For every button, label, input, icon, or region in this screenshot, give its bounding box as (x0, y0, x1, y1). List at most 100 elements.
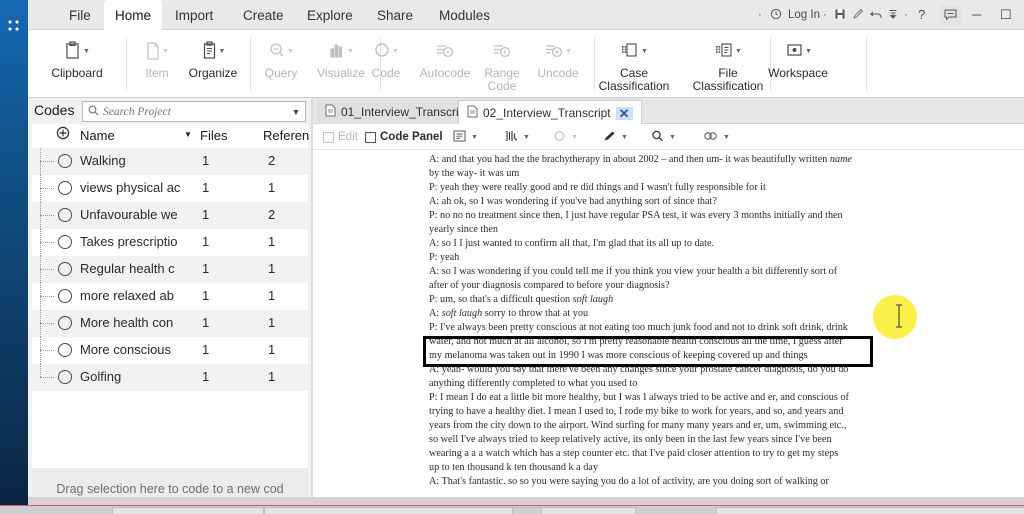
code-circle-icon (58, 154, 72, 168)
transcript-line: trying to have a healthy diet. I mean I … (429, 406, 844, 417)
table-row[interactable]: More health con 1 1 (32, 310, 308, 337)
column-header-references[interactable]: Referen (263, 128, 309, 143)
taskbar-item[interactable] (512, 507, 542, 514)
move-handle-icon[interactable] (6, 18, 23, 34)
column-header-name[interactable]: Name (80, 128, 115, 143)
column-header-files[interactable]: Files (200, 128, 227, 143)
document-tab-01[interactable]: 01_Interview_Transcript (317, 100, 477, 124)
circle-code-icon: ▼ (358, 34, 414, 64)
ribbon-separator-1 (126, 38, 127, 90)
transcript-text-area[interactable]: A: and that you had the the brachytherap… (313, 150, 1024, 497)
ribbon-query-label: Query (264, 66, 298, 80)
document-toolbar: Edit Code Panel ▼ ▼ ▼ ▼ ▼ ▼ (313, 124, 1024, 150)
zoom-icon (651, 130, 664, 145)
ribbon-organize-button[interactable]: ▼ Organize (180, 34, 246, 96)
search-input[interactable] (103, 105, 287, 118)
login-button[interactable]: Log In (788, 5, 820, 25)
table-row[interactable]: Walking 1 2 (32, 148, 308, 175)
code-files: 1 (202, 369, 210, 384)
code-panel-checkbox-icon[interactable] (365, 131, 376, 143)
range-code-icon (474, 34, 530, 64)
code-name: More conscious (80, 342, 172, 357)
tab-explore[interactable]: Explore (296, 0, 364, 30)
clipboard-icon: ▼ (40, 34, 114, 64)
table-row[interactable]: Golfing 1 1 (32, 364, 308, 391)
chevron-down-icon[interactable]: ▼ (723, 134, 730, 141)
code-name: views physical ac (80, 180, 181, 195)
code-circle-icon (58, 181, 72, 195)
workspace-icon: ▼ (752, 34, 844, 64)
link-button[interactable]: ▼ (703, 128, 730, 146)
customize-qat-icon[interactable] (888, 5, 898, 25)
search-project-box[interactable]: ▼ (82, 101, 306, 122)
nvivo-application-window: File Home Import Create Explore Share Mo… (0, 0, 1024, 514)
highlight-pen-button[interactable]: ▼ (603, 128, 628, 146)
tab-import[interactable]: Import (164, 0, 224, 30)
code-circle-icon (553, 130, 566, 145)
codes-panel: Codes ▼ (28, 98, 311, 514)
ribbon-clipboard-button[interactable]: ▼ Clipboard (40, 34, 114, 96)
select-all-icon[interactable] (56, 126, 70, 143)
chevron-down-icon[interactable]: ▼ (621, 134, 628, 141)
maximize-button[interactable]: ☐ (1000, 5, 1012, 25)
organize-icon: ▼ (180, 34, 246, 64)
transcript-line-selected: after of your diagnosis compared to befo… (429, 280, 670, 291)
chevron-down-icon[interactable]: ▼ (523, 134, 530, 141)
selected-text-box (423, 336, 873, 367)
tab-home[interactable]: Home (104, 0, 163, 31)
table-row[interactable]: More conscious 1 1 (32, 337, 308, 364)
table-row[interactable]: Regular health c 1 1 (32, 256, 308, 283)
document-icon: ▼ (132, 34, 182, 64)
undo-icon[interactable] (870, 5, 883, 25)
ribbon-workspace-button[interactable]: ▼ Workspace (752, 34, 844, 96)
ribbon-query-button[interactable]: ▼ Query (254, 34, 308, 96)
tab-modules[interactable]: Modules (428, 0, 501, 30)
ribbon-code-button[interactable]: ▼ Code (358, 34, 414, 96)
close-icon[interactable]: ✕ (615, 106, 633, 120)
tab-share[interactable]: Share (366, 0, 424, 30)
code-references: 1 (268, 288, 276, 303)
code-references: 1 (268, 369, 276, 384)
coding-stripes-button[interactable]: ▼ (505, 128, 530, 146)
sort-desc-icon[interactable]: ▼ (184, 130, 192, 139)
chevron-down-icon[interactable]: ▼ (471, 134, 478, 141)
edit-toggle[interactable]: Edit (323, 128, 358, 146)
zoom-button[interactable]: ▼ (651, 128, 676, 146)
pen-icon[interactable] (852, 5, 864, 25)
drag-to-code-label: Drag selection here to code to a new cod (56, 482, 284, 496)
tab-create[interactable]: Create (232, 0, 295, 30)
taskbar-item[interactable] (112, 507, 264, 514)
chevron-down-icon[interactable]: ▼ (287, 107, 305, 117)
document-tab-02[interactable]: 02_Interview_Transcript ✕ (458, 100, 642, 125)
taskbar-item[interactable] (264, 507, 636, 514)
ribbon-autocode-button[interactable]: Autocode (412, 34, 478, 96)
qat-dot-1: · (758, 9, 762, 21)
code-panel-toggle[interactable]: Code Panel (365, 128, 443, 146)
minimize-button[interactable]: ─ (972, 5, 981, 25)
taskbar-item[interactable] (716, 507, 1024, 514)
table-row[interactable]: more relaxed ab 1 1 (32, 283, 308, 310)
clock-icon[interactable] (770, 5, 782, 25)
help-button[interactable]: ? (918, 5, 925, 25)
code-panel-label: Code Panel (380, 131, 443, 143)
chevron-down-icon[interactable]: ▼ (571, 134, 578, 141)
edit-checkbox-icon[interactable] (323, 131, 334, 143)
save-icon[interactable] (834, 5, 846, 25)
tab-file[interactable]: File (58, 0, 102, 30)
document-icon (325, 104, 336, 120)
table-row[interactable]: Unfavourable we 1 2 (32, 202, 308, 229)
ribbon-item-button[interactable]: ▼ Item (132, 34, 182, 96)
code-files: 1 (202, 207, 210, 222)
transcript-line: A: That's fantastic. so so you were sayi… (429, 476, 829, 487)
tree-connector (40, 296, 54, 297)
table-row[interactable]: views physical ac 1 1 (32, 175, 308, 202)
table-row[interactable]: Takes prescriptio 1 1 (32, 229, 308, 256)
link-icon (703, 130, 718, 145)
ribbon-range-code-button[interactable]: Range Code (474, 34, 530, 96)
comment-icon[interactable] (940, 5, 961, 25)
chevron-down-icon[interactable]: ▼ (669, 134, 676, 141)
codes-panel-title: Codes (34, 102, 75, 118)
code-name: more relaxed ab (80, 288, 174, 303)
text-view-button[interactable]: ▼ (453, 128, 478, 146)
code-circle-button[interactable]: ▼ (553, 128, 578, 146)
